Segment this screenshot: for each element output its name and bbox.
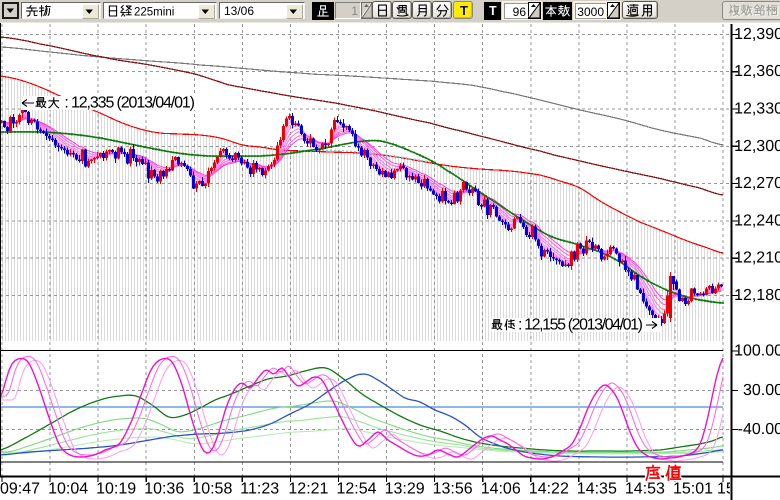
svg-text:14:06: 14:06: [481, 481, 521, 498]
svg-text:12,360: 12,360: [734, 63, 780, 80]
svg-text:14:22: 14:22: [529, 481, 569, 498]
svg-text:10:58: 10:58: [192, 481, 232, 498]
svg-text:10:19: 10:19: [96, 481, 136, 498]
svg-text:13:29: 13:29: [385, 481, 425, 498]
svg-text:10:36: 10:36: [144, 481, 184, 498]
svg-text:12,210: 12,210: [734, 250, 780, 267]
svg-text:10:04: 10:04: [48, 481, 88, 498]
svg-text:12:54: 12:54: [337, 481, 377, 498]
svg-text:12,240: 12,240: [734, 212, 780, 229]
svg-text:13:56: 13:56: [433, 481, 473, 498]
svg-text:09:47: 09:47: [0, 481, 40, 498]
svg-text:-40.00: -40.00: [738, 421, 780, 438]
svg-text:14:53: 14:53: [625, 481, 665, 498]
svg-text:12,270: 12,270: [734, 175, 780, 192]
svg-text:14:35: 14:35: [577, 481, 617, 498]
svg-text:225mini: 225mini: [134, 6, 174, 18]
svg-text:15:01: 15:01: [673, 481, 713, 498]
svg-text:12,300: 12,300: [734, 138, 780, 155]
svg-text:12,390: 12,390: [734, 26, 780, 43]
svg-text:12,330: 12,330: [734, 101, 780, 118]
svg-text:11:23: 11:23: [240, 481, 279, 498]
svg-text:100.00: 100.00: [734, 343, 780, 360]
svg-text:: 12,155 (2013/04/01): : 12,155 (2013/04/01): [515, 317, 643, 334]
svg-text:12:21: 12:21: [288, 481, 328, 498]
svg-text:30.00: 30.00: [743, 382, 780, 399]
svg-text:: 12,335 (2013/04/01): : 12,335 (2013/04/01): [61, 95, 195, 112]
svg-text:12,180: 12,180: [734, 287, 780, 304]
